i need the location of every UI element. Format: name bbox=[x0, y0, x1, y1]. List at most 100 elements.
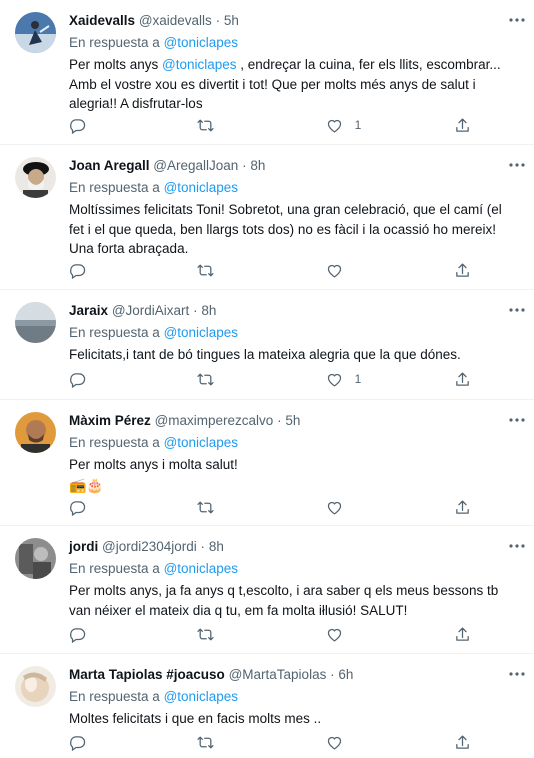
reply-mention-link[interactable]: @toniclapes bbox=[164, 435, 239, 450]
share-button[interactable] bbox=[454, 114, 474, 136]
avatar[interactable] bbox=[15, 412, 56, 453]
avatar[interactable] bbox=[15, 302, 56, 343]
tweet-text-part: Per molts anys bbox=[69, 57, 163, 72]
like-button[interactable]: 1 bbox=[326, 114, 426, 136]
retweet-button[interactable] bbox=[197, 731, 297, 753]
more-icon[interactable] bbox=[506, 10, 528, 30]
tweet[interactable]: Xaidevalls @xaidevalls · 5h En respuesta… bbox=[0, 0, 534, 145]
tweet[interactable]: Jaraix @JordiAixart · 8h En respuesta a … bbox=[0, 290, 534, 400]
retweet-button[interactable] bbox=[197, 259, 297, 281]
tweet-text: Per molts anys i molta salut! bbox=[69, 457, 238, 472]
reply-icon bbox=[70, 372, 86, 388]
share-icon bbox=[456, 499, 469, 514]
reply-context: En respuesta a @toniclapes bbox=[69, 433, 516, 453]
timestamp[interactable]: 5h bbox=[224, 13, 239, 28]
avatar-image bbox=[15, 302, 56, 343]
tweet-header: Màxim Pérez @maximperezcalvo · 5h bbox=[69, 412, 516, 430]
reply-prefix: En respuesta a bbox=[69, 180, 164, 195]
action-bar: 1 bbox=[69, 368, 474, 390]
handle[interactable]: @xaidevalls bbox=[139, 13, 212, 28]
retweet-button[interactable] bbox=[197, 496, 297, 518]
more-icon[interactable] bbox=[506, 664, 528, 684]
display-name[interactable]: Màxim Pérez bbox=[69, 413, 151, 428]
reply-mention-link[interactable]: @toniclapes bbox=[164, 180, 239, 195]
tweet-text: Per molts anys @toniclapes , endreçar la… bbox=[69, 55, 516, 114]
like-count: 1 bbox=[354, 372, 362, 386]
like-icon bbox=[327, 264, 341, 278]
share-button[interactable] bbox=[454, 496, 474, 518]
reply-prefix: En respuesta a bbox=[69, 689, 164, 704]
more-icon[interactable] bbox=[506, 536, 528, 556]
like-count: 1 bbox=[354, 118, 362, 132]
retweet-icon bbox=[197, 736, 214, 748]
handle[interactable]: @maximperezcalvo bbox=[155, 413, 274, 428]
mention-link[interactable]: @toniclapes bbox=[162, 57, 237, 72]
tweet[interactable]: Marta Tapiolas #joacuso @MartaTapiolas ·… bbox=[0, 654, 534, 758]
reply-mention-link[interactable]: @toniclapes bbox=[164, 561, 239, 576]
retweet-button[interactable] bbox=[197, 368, 297, 390]
display-name[interactable]: jordi bbox=[69, 539, 98, 554]
like-button[interactable] bbox=[326, 496, 426, 518]
reply-icon bbox=[70, 500, 86, 516]
avatar[interactable] bbox=[15, 12, 56, 53]
more-icon[interactable] bbox=[506, 410, 528, 430]
display-name[interactable]: Xaidevalls bbox=[69, 13, 135, 28]
display-name[interactable]: Jaraix bbox=[69, 303, 108, 318]
reply-mention-link[interactable]: @toniclapes bbox=[164, 689, 239, 704]
reply-button[interactable] bbox=[69, 731, 169, 753]
like-button[interactable] bbox=[326, 259, 426, 281]
retweet-button[interactable] bbox=[197, 623, 297, 645]
timestamp[interactable]: 8h bbox=[209, 539, 224, 554]
retweet-icon bbox=[197, 501, 214, 513]
handle[interactable]: @jordi2304jordi bbox=[102, 539, 197, 554]
tweet[interactable]: Màxim Pérez @maximperezcalvo · 5h En res… bbox=[0, 400, 534, 526]
tweet-text: Felicitats,i tant de bó tingues la matei… bbox=[69, 347, 461, 362]
tweet-text: Moltes felicitats i que en facis molts m… bbox=[69, 711, 322, 726]
timestamp[interactable]: 8h bbox=[250, 158, 265, 173]
more-icon[interactable] bbox=[506, 155, 528, 175]
like-button[interactable] bbox=[326, 623, 426, 645]
tweet[interactable]: Joan Aregall @AregallJoan · 8h En respue… bbox=[0, 145, 534, 290]
share-button[interactable] bbox=[454, 259, 474, 281]
share-icon bbox=[456, 117, 469, 132]
reply-icon bbox=[70, 118, 86, 134]
separator-dot: · bbox=[200, 539, 206, 554]
reply-prefix: En respuesta a bbox=[69, 435, 164, 450]
tweet-header: Marta Tapiolas #joacuso @MartaTapiolas ·… bbox=[69, 666, 516, 684]
reply-icon bbox=[70, 263, 86, 279]
share-button[interactable] bbox=[454, 731, 474, 753]
reply-button[interactable] bbox=[69, 259, 169, 281]
reply-context: En respuesta a @toniclapes bbox=[69, 559, 516, 579]
reply-button[interactable] bbox=[69, 496, 169, 518]
more-icon[interactable] bbox=[506, 300, 528, 320]
share-icon bbox=[456, 371, 469, 386]
tweet[interactable]: jordi @jordi2304jordi · 8h En respuesta … bbox=[0, 526, 534, 654]
like-button[interactable] bbox=[326, 731, 426, 753]
like-button[interactable]: 1 bbox=[326, 368, 426, 390]
timestamp[interactable]: 8h bbox=[201, 303, 216, 318]
timestamp[interactable]: 6h bbox=[338, 667, 353, 682]
display-name[interactable]: Joan Aregall bbox=[69, 158, 150, 173]
timestamp[interactable]: 5h bbox=[285, 413, 300, 428]
share-button[interactable] bbox=[454, 368, 474, 390]
retweet-button[interactable] bbox=[197, 114, 297, 136]
avatar[interactable] bbox=[15, 157, 56, 198]
reply-button[interactable] bbox=[69, 623, 169, 645]
reply-mention-link[interactable]: @toniclapes bbox=[164, 35, 239, 50]
separator-dot: · bbox=[242, 158, 247, 173]
handle[interactable]: @AregallJoan bbox=[153, 158, 238, 173]
reply-button[interactable] bbox=[69, 114, 169, 136]
handle[interactable]: @JordiAixart bbox=[112, 303, 189, 318]
avatar[interactable] bbox=[15, 538, 56, 579]
avatar-image bbox=[15, 157, 56, 198]
avatar-image bbox=[15, 12, 56, 53]
avatar[interactable] bbox=[15, 666, 56, 707]
share-button[interactable] bbox=[454, 623, 474, 645]
display-name[interactable]: Marta Tapiolas #joacuso bbox=[69, 667, 225, 682]
reply-mention-link[interactable]: @toniclapes bbox=[164, 325, 239, 340]
action-bar bbox=[69, 259, 474, 281]
share-icon bbox=[456, 262, 469, 277]
handle[interactable]: @MartaTapiolas bbox=[229, 667, 327, 682]
reply-icon bbox=[70, 735, 86, 751]
reply-button[interactable] bbox=[69, 368, 169, 390]
